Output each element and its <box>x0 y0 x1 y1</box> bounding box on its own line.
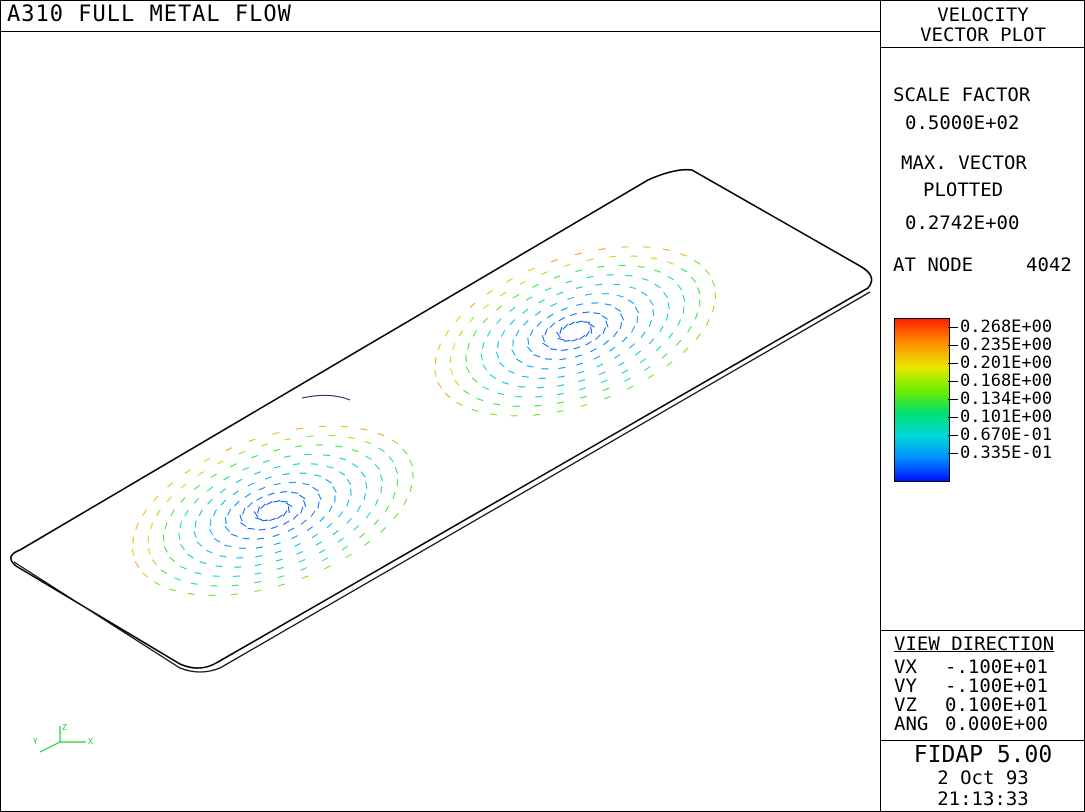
software-time: 21:13:33 <box>881 790 1085 809</box>
color-scale-label: 0.670E-01 <box>960 427 1052 444</box>
color-scale-label: 0.201E+00 <box>960 355 1052 372</box>
color-scale-tick <box>948 363 958 364</box>
color-scale-label: 0.101E+00 <box>960 409 1052 426</box>
color-scale-tick <box>948 453 958 454</box>
node-value: 4042 <box>1026 256 1072 275</box>
sidebar-divider <box>880 0 881 812</box>
color-scale-bar <box>894 318 950 482</box>
color-scale-tick <box>948 435 958 436</box>
plot-type-line1: VELOCITY <box>881 6 1085 25</box>
plate-outline <box>11 170 872 668</box>
color-scale-label: 0.335E-01 <box>960 445 1052 462</box>
plot-title: A310 FULL METAL FLOW <box>7 4 292 26</box>
color-scale-label: 0.134E+00 <box>960 391 1052 408</box>
color-scale-label: 0.268E+00 <box>960 319 1052 336</box>
color-scale-tick <box>948 417 958 418</box>
axis-y-label: Y <box>33 737 38 746</box>
software-name: FIDAP 5.00 <box>881 744 1085 767</box>
plot-type-line2: VECTOR PLOT <box>881 26 1085 45</box>
software-divider <box>880 740 1085 741</box>
color-scale-tick <box>948 327 958 328</box>
axis-z-label: Z <box>62 723 67 732</box>
software-date: 2 Oct 93 <box>881 769 1085 788</box>
view-divider <box>880 630 1085 631</box>
scale-factor-value: 0.5000E+02 <box>905 114 1019 133</box>
color-scale-label: 0.168E+00 <box>960 373 1052 390</box>
max-vector-value: 0.2742E+00 <box>905 214 1019 233</box>
color-scale-tick <box>948 399 958 400</box>
color-scale-tick <box>948 381 958 382</box>
inner-divider-curve <box>302 395 350 400</box>
color-scale-label: 0.235E+00 <box>960 337 1052 354</box>
max-vector-plotted-label: PLOTTED <box>923 181 1003 200</box>
color-scale-tick <box>948 345 958 346</box>
velocity-vector-plot: Z Y X <box>0 32 880 810</box>
max-vector-label: MAX. VECTOR <box>901 154 1027 173</box>
view-axis-value: 0.000E+00 <box>945 715 1048 734</box>
plot-type-divider <box>880 47 1085 48</box>
scale-factor-label: SCALE FACTOR <box>893 86 1030 105</box>
axis-x-label: X <box>88 737 93 746</box>
plate-bottom-edge <box>14 292 870 672</box>
view-direction-title: VIEW DIRECTION <box>894 635 1054 654</box>
node-label: AT NODE <box>893 256 973 275</box>
view-axis-label: ANG <box>894 715 928 734</box>
